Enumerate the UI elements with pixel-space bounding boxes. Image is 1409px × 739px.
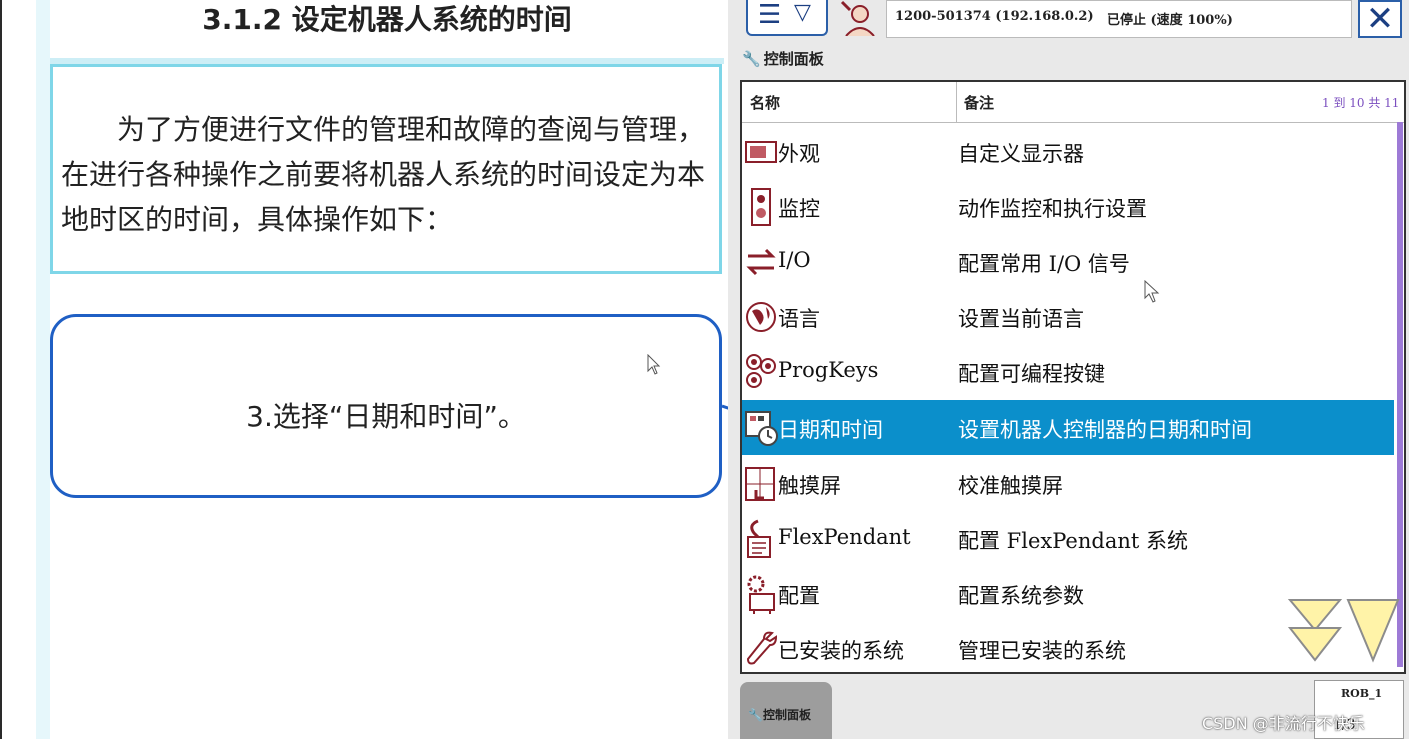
page-info: 1 到 10 共 11	[1322, 96, 1400, 110]
appearance-icon	[745, 141, 777, 163]
status-bar: 1200-501374 (192.168.0.2) 已停止 (速度 100%)	[886, 0, 1352, 38]
row-name: I/O	[778, 248, 811, 272]
controller-id: 1200-501374 (192.168.0.2)	[895, 9, 1094, 24]
taskbar-tab-control-panel[interactable]: 🔧控制面板	[740, 682, 832, 739]
controller-state: 已停止 (速度 100%)	[1107, 13, 1233, 28]
configuration-icon	[747, 575, 775, 614]
page-down-button[interactable]	[1286, 596, 1344, 664]
table-row-supervision[interactable]: 监控 动作监控和执行设置	[742, 179, 1394, 234]
progkeys-icon	[746, 354, 776, 388]
robot-status-icon[interactable]	[838, 0, 882, 36]
row-note: 配置可编程按键	[958, 362, 1105, 386]
scrollbar[interactable]	[1397, 122, 1403, 667]
scroll-down-button[interactable]	[1344, 596, 1402, 664]
rob-label: ROB_1	[1341, 687, 1383, 700]
mouse-cursor-icon	[1144, 280, 1160, 303]
row-note: 配置系统参数	[958, 584, 1084, 608]
row-note: 配置 FlexPendant 系统	[958, 529, 1188, 553]
close-icon: ✕	[1365, 0, 1395, 39]
io-icon	[746, 248, 776, 276]
close-button[interactable]: ✕	[1358, 0, 1402, 38]
wrench-icon: 🔧	[742, 50, 761, 68]
table-row-touchscreen[interactable]: 触摸屏 校准触摸屏	[742, 456, 1394, 511]
abb-menu-button[interactable]: ☰ ▽	[746, 0, 828, 36]
wrench-icon: 🔧	[748, 708, 763, 722]
chevron-down-icon: ▽	[794, 0, 811, 25]
control-panel-table: 名称 备注 1 到 10 共 11 外观 自定义显示器 监控 动作监控和执行设置…	[740, 80, 1406, 674]
column-header-note: 备注	[964, 94, 995, 112]
flexpendant-icon	[747, 519, 771, 558]
breadcrumb[interactable]: 🔧 控制面板	[742, 48, 824, 69]
row-name: 监控	[778, 197, 820, 221]
row-name: 触摸屏	[778, 474, 841, 498]
table-row-progkeys[interactable]: ProgKeys 配置可编程按键	[742, 344, 1394, 399]
mouse-cursor-icon	[647, 354, 661, 375]
column-divider	[956, 82, 957, 122]
row-name: 外观	[778, 142, 820, 166]
row-name: 日期和时间	[778, 418, 883, 442]
taskbar-tab-label: 控制面板	[762, 708, 811, 722]
row-note: 管理已安装的系统	[958, 639, 1126, 663]
table-row-flexpendant[interactable]: FlexPendant 配置 FlexPendant 系统	[742, 511, 1394, 566]
hamburger-icon: ☰	[758, 0, 782, 30]
slide-title: 3.1.2 设定机器人系统的时间	[202, 3, 572, 36]
row-name: FlexPendant	[778, 525, 911, 549]
step-text: 3.选择“日期和时间”。	[246, 400, 526, 433]
table-row-appearance[interactable]: 外观 自定义显示器	[742, 124, 1394, 179]
row-name: ProgKeys	[778, 358, 879, 382]
row-note: 动作监控和执行设置	[958, 197, 1147, 221]
row-note: 自定义显示器	[958, 142, 1084, 166]
paragraph-text: 为了方便进行文件的管理和故障的查阅与管理，在进行各种操作之前要将机器人系统的时间…	[61, 113, 706, 236]
row-name: 已安装的系统	[778, 639, 904, 663]
language-icon	[746, 302, 776, 332]
supervision-icon	[751, 188, 771, 226]
window-edge	[0, 0, 36, 739]
row-note: 设置当前语言	[958, 307, 1084, 331]
breadcrumb-label: 控制面板	[763, 50, 824, 68]
row-note: 配置常用 I/O 信号	[958, 252, 1130, 276]
table-row-date-time[interactable]: 日期和时间 设置机器人控制器的日期和时间	[742, 400, 1394, 455]
table-header: 名称 备注 1 到 10 共 11	[742, 82, 1404, 123]
date-time-icon	[745, 411, 778, 446]
table-row-io[interactable]: I/O 配置常用 I/O 信号	[742, 234, 1394, 289]
column-header-name: 名称	[750, 94, 781, 112]
row-name: 配置	[778, 584, 820, 608]
watermark: CSDN @非流行不快乐	[1202, 714, 1365, 733]
row-name: 语言	[778, 307, 820, 331]
row-note: 设置机器人控制器的日期和时间	[958, 418, 1252, 442]
table-row-language[interactable]: 语言 设置当前语言	[742, 289, 1394, 344]
wrench-icon	[746, 631, 778, 665]
touchscreen-icon	[745, 467, 775, 501]
step-callout: 3.选择“日期和时间”。	[50, 314, 722, 498]
row-note: 校准触摸屏	[958, 474, 1063, 498]
paragraph-box: 为了方便进行文件的管理和故障的查阅与管理，在进行各种操作之前要将机器人系统的时间…	[50, 64, 722, 274]
